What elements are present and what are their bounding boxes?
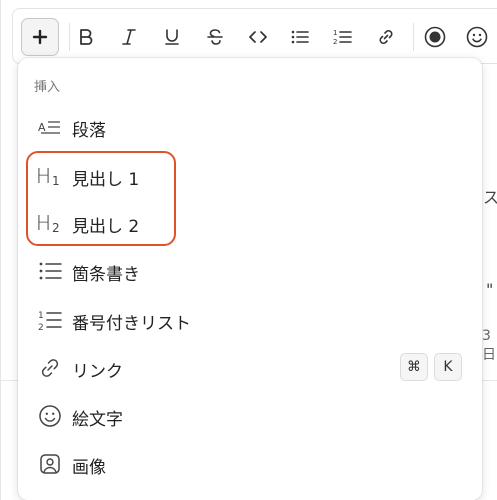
underline-icon bbox=[165, 29, 179, 45]
svg-text:1: 1 bbox=[38, 311, 44, 321]
menu-item-label: リンク bbox=[72, 362, 123, 382]
menu-item-label: 番号付きリスト bbox=[72, 314, 191, 334]
link-icon bbox=[379, 30, 393, 44]
code-button[interactable] bbox=[244, 23, 272, 51]
plus-icon bbox=[32, 29, 48, 45]
bulleted-list-icon bbox=[36, 257, 64, 285]
toolbar-separator bbox=[69, 23, 70, 51]
numbered-list-button[interactable]: 12 bbox=[329, 23, 357, 51]
background-text-fragment: 3日 bbox=[482, 328, 496, 363]
image-icon bbox=[36, 450, 64, 478]
menu-item-image[interactable]: 画像 bbox=[18, 442, 482, 486]
background-text-fragment: " bbox=[486, 280, 494, 299]
code-icon bbox=[249, 31, 267, 43]
menu-item-label: 段落 bbox=[72, 121, 106, 141]
menu-item-label: 絵文字 bbox=[72, 410, 123, 430]
formatting-toolbar: 12 bbox=[12, 8, 497, 64]
menu-item-numbered-list[interactable]: 12 番号付きリスト bbox=[18, 298, 482, 342]
italic-icon bbox=[122, 29, 136, 45]
paragraph-icon: A bbox=[36, 113, 64, 141]
numbered-list-icon: 12 bbox=[36, 306, 64, 334]
bold-icon bbox=[80, 29, 93, 45]
bold-button[interactable] bbox=[72, 23, 100, 51]
underline-button[interactable] bbox=[158, 23, 186, 51]
insert-menu: 挿入 A 段落 H1 見出し 1 H2 見出し 2 箇条書き 12 番号付きリス… bbox=[18, 58, 482, 500]
toolbar-separator bbox=[413, 23, 414, 51]
shortcut-key-k: K bbox=[434, 353, 462, 381]
bulleted-list-icon bbox=[291, 30, 309, 44]
bulleted-list-button[interactable] bbox=[286, 23, 314, 51]
shortcut-key-command: ⌘ bbox=[400, 353, 428, 381]
italic-button[interactable] bbox=[115, 23, 143, 51]
menu-item-link[interactable]: リンク ⌘ K bbox=[18, 346, 482, 390]
menu-item-label: 画像 bbox=[72, 458, 106, 478]
svg-text:2: 2 bbox=[333, 38, 337, 46]
insert-button[interactable] bbox=[21, 18, 59, 56]
smiley-icon bbox=[36, 402, 64, 430]
svg-text:1: 1 bbox=[333, 29, 337, 37]
record-icon bbox=[424, 26, 446, 48]
menu-item-emoji[interactable]: 絵文字 bbox=[18, 394, 482, 438]
document-left-border bbox=[0, 0, 1, 500]
svg-text:A: A bbox=[38, 121, 46, 134]
background-text-fragment: ス bbox=[483, 188, 497, 207]
smiley-icon bbox=[466, 26, 488, 48]
strikethrough-icon bbox=[207, 29, 223, 45]
numbered-list-icon: 12 bbox=[333, 29, 352, 46]
highlight-annotation bbox=[26, 151, 176, 246]
svg-text:2: 2 bbox=[38, 323, 44, 332]
record-button[interactable] bbox=[421, 23, 449, 51]
menu-item-bulleted-list[interactable]: 箇条書き bbox=[18, 249, 482, 293]
emoji-button[interactable] bbox=[463, 23, 491, 51]
menu-item-paragraph[interactable]: A 段落 bbox=[18, 105, 482, 149]
link-button[interactable] bbox=[372, 23, 400, 51]
strikethrough-button[interactable] bbox=[201, 23, 229, 51]
menu-item-label: 箇条書き bbox=[72, 265, 140, 285]
menu-section-title: 挿入 bbox=[34, 80, 61, 95]
link-icon bbox=[36, 354, 64, 382]
